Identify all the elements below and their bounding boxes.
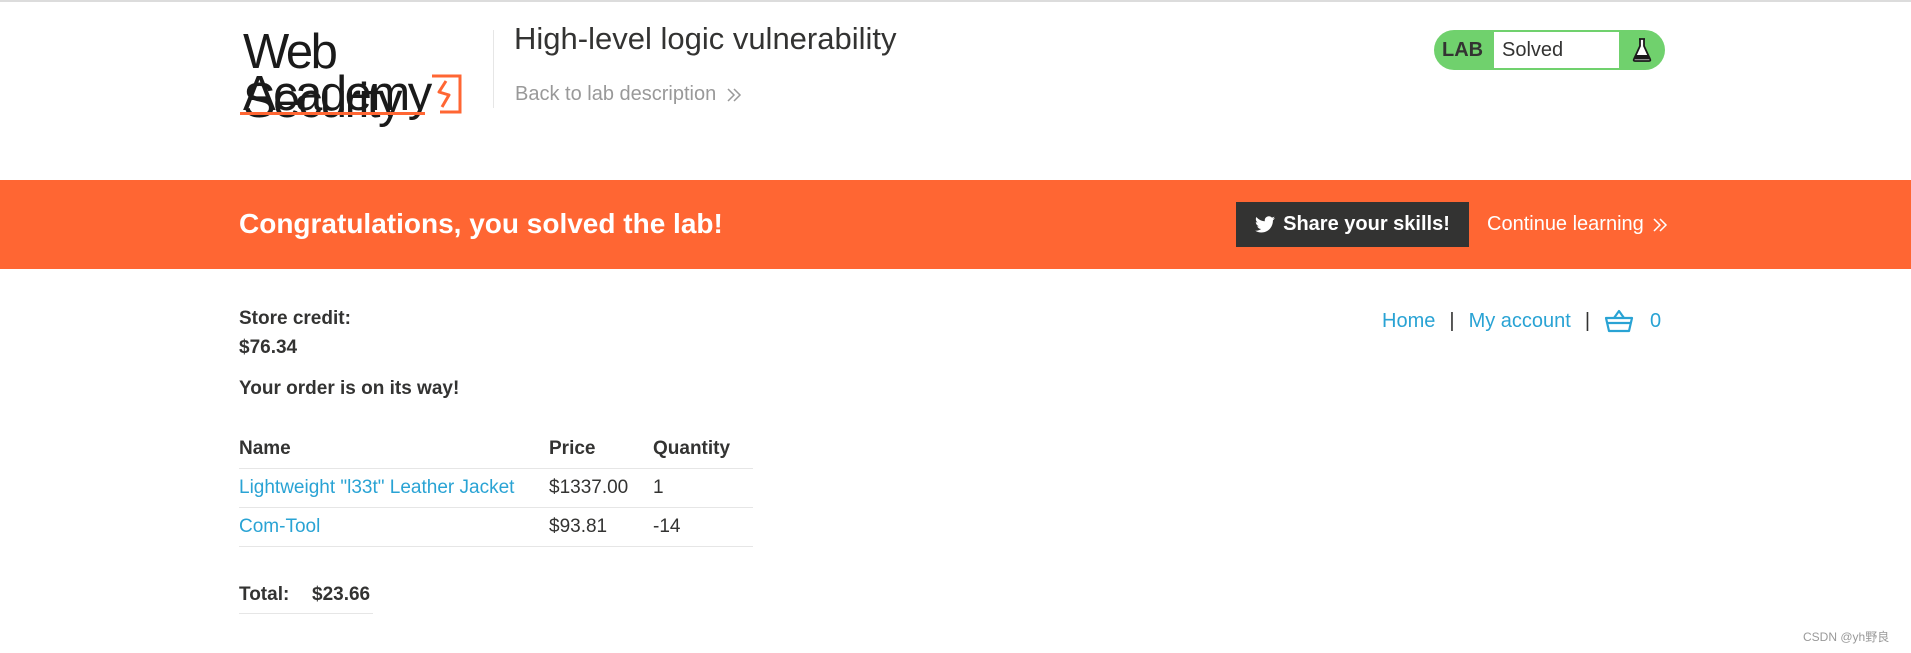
store-credit-label: Store credit: — [239, 308, 351, 329]
lightning-bracket-icon — [432, 74, 462, 114]
my-account-link[interactable]: My account — [1469, 310, 1571, 333]
order-table: Name Price Quantity Lightweight "l33t" L… — [239, 432, 753, 547]
product-quantity-cell: -14 — [653, 507, 753, 547]
product-name-cell: Com-Tool — [239, 507, 549, 547]
back-to-lab-description-link[interactable]: Back to lab description — [515, 83, 742, 106]
product-name-cell: Lightweight "l33t" Leather Jacket — [239, 468, 549, 508]
double-chevron-right-icon — [1653, 217, 1667, 232]
table-header-row: Name Price Quantity — [239, 432, 753, 469]
logo-underline — [240, 112, 425, 115]
flask-icon — [1619, 30, 1665, 70]
column-header-price: Price — [549, 438, 596, 459]
product-price-cell: $93.81 — [549, 507, 653, 547]
basket-icon — [1604, 309, 1634, 333]
nav-separator: | — [1449, 309, 1455, 332]
back-link-label: Back to lab description — [515, 83, 717, 105]
order-status-message: Your order is on its way! — [239, 378, 460, 399]
column-header-name: Name — [239, 438, 291, 459]
table-row: Lightweight "l33t" Leather Jacket $1337.… — [239, 468, 753, 508]
total-value: $23.66 — [312, 584, 371, 605]
product-quantity-cell: 1 — [653, 468, 753, 508]
home-link[interactable]: Home — [1382, 310, 1435, 333]
header-divider — [493, 30, 494, 108]
continue-learning-label: Continue learning — [1487, 213, 1644, 235]
lab-header: Web Security Academy High-level logic vu… — [0, 0, 1911, 180]
congratulations-banner: Congratulations, you solved the lab! Sha… — [0, 180, 1911, 269]
order-total: Total: $23.66 — [239, 584, 373, 614]
twitter-icon — [1255, 216, 1276, 233]
lab-status-text: Solved — [1494, 32, 1619, 68]
share-skills-button[interactable]: Share your skills! — [1236, 202, 1469, 247]
web-security-academy-logo[interactable]: Web Security Academy — [238, 26, 490, 126]
total-label: Total: — [239, 584, 290, 605]
double-chevron-right-icon — [727, 87, 742, 102]
cart-count: 0 — [1650, 309, 1662, 332]
product-link[interactable]: Lightweight "l33t" Leather Jacket — [239, 477, 514, 498]
lab-badge: LAB — [1442, 39, 1484, 61]
nav-separator: | — [1584, 309, 1591, 332]
continue-learning-link[interactable]: Continue learning — [1487, 213, 1668, 236]
top-navigation: Home | My account | 0 — [1382, 306, 1661, 336]
store-credit-value: $76.34 — [239, 337, 298, 358]
share-button-label: Share your skills! — [1283, 213, 1450, 235]
cart-link[interactable]: 0 — [1604, 308, 1661, 334]
lab-status-widget: LAB Solved — [1434, 30, 1665, 70]
congratulations-message: Congratulations, you solved the lab! — [239, 208, 723, 239]
table-row: Com-Tool $93.81 -14 — [239, 507, 753, 547]
column-header-quantity: Quantity — [653, 438, 731, 459]
csdn-watermark: CSDN @yh野良 — [1803, 630, 1890, 644]
product-link[interactable]: Com-Tool — [239, 516, 320, 537]
lab-title: High-level logic vulnerability — [514, 21, 897, 56]
product-price-cell: $1337.00 — [549, 468, 653, 508]
